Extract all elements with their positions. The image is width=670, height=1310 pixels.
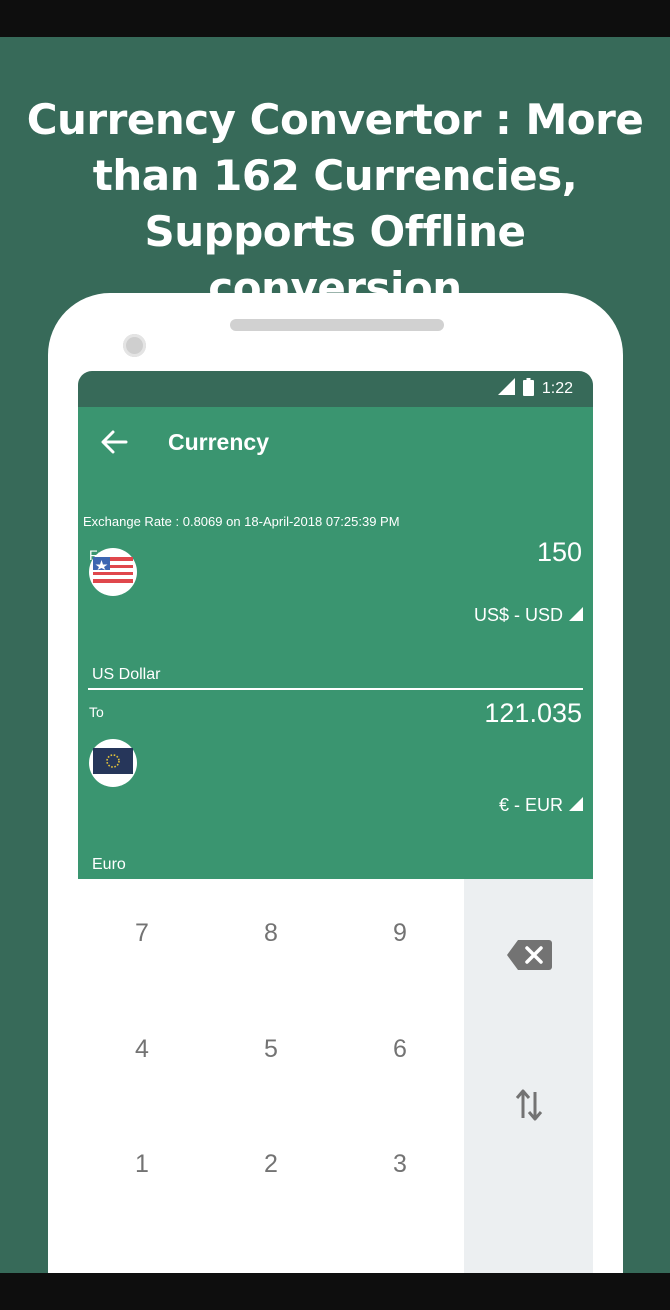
phone-frame: 1:22 Currency Exchange Rate : 0.8069 on … (48, 293, 623, 1273)
to-currency-name: Euro (92, 856, 126, 873)
exchange-rate-text: Exchange Rate : 0.8069 on 18-April-2018 … (83, 514, 400, 529)
key-5[interactable]: 5 (207, 995, 335, 1111)
from-divider (88, 688, 583, 690)
from-flag-button[interactable] (89, 548, 137, 596)
key-4[interactable]: 4 (78, 995, 206, 1111)
number-keypad: 7 8 9 4 5 6 1 2 3 (78, 879, 464, 1273)
key-7[interactable]: 7 (78, 879, 206, 995)
phone-speaker (230, 319, 444, 331)
status-icons: 1:22 (497, 377, 573, 401)
backspace-button[interactable] (464, 929, 593, 985)
headline-line-2: than 162 Currencies, (92, 151, 578, 200)
key-6[interactable]: 6 (336, 995, 464, 1111)
keypad-side-panel (464, 879, 593, 1273)
status-bar: 1:22 (78, 371, 593, 407)
key-3[interactable]: 3 (336, 1110, 464, 1226)
dropdown-triangle-icon (569, 605, 583, 626)
key-8[interactable]: 8 (207, 879, 335, 995)
phone-camera (123, 334, 146, 357)
to-label: To (89, 704, 104, 720)
dropdown-triangle-icon (569, 795, 583, 816)
to-amount[interactable]: 121.035 (484, 698, 582, 729)
arrow-left-icon (100, 430, 128, 459)
battery-icon (522, 377, 534, 401)
converter-panel: Currency Exchange Rate : 0.8069 on 18-Ap… (78, 407, 593, 879)
promo-headline: Currency Convertor : More than 162 Curre… (20, 92, 650, 316)
from-amount[interactable]: 150 (537, 537, 582, 568)
swap-vertical-icon (515, 1088, 543, 1127)
to-currency-value: € - EUR (498, 795, 563, 815)
backspace-icon (506, 939, 552, 976)
page-title: Currency (168, 429, 269, 455)
signal-icon (497, 378, 515, 400)
back-button[interactable] (92, 422, 136, 466)
key-9[interactable]: 9 (336, 879, 464, 995)
from-currency-dropdown[interactable]: US$ - USD (474, 605, 583, 626)
status-time: 1:22 (541, 380, 573, 397)
swap-currencies-button[interactable] (464, 1079, 593, 1135)
from-currency-value: US$ - USD (473, 605, 563, 625)
phone-screen: 1:22 Currency Exchange Rate : 0.8069 on … (78, 371, 593, 1273)
key-1[interactable]: 1 (78, 1110, 206, 1226)
from-currency-name: US Dollar (92, 666, 161, 683)
promo-background: Currency Convertor : More than 162 Curre… (0, 37, 670, 1273)
to-flag-button[interactable] (89, 739, 137, 787)
eu-flag-icon (93, 747, 133, 779)
headline-line-1: Currency Convertor : More (26, 95, 644, 144)
to-currency-dropdown[interactable]: € - EUR (499, 795, 583, 816)
key-2[interactable]: 2 (207, 1110, 335, 1226)
us-flag-icon (93, 556, 133, 588)
